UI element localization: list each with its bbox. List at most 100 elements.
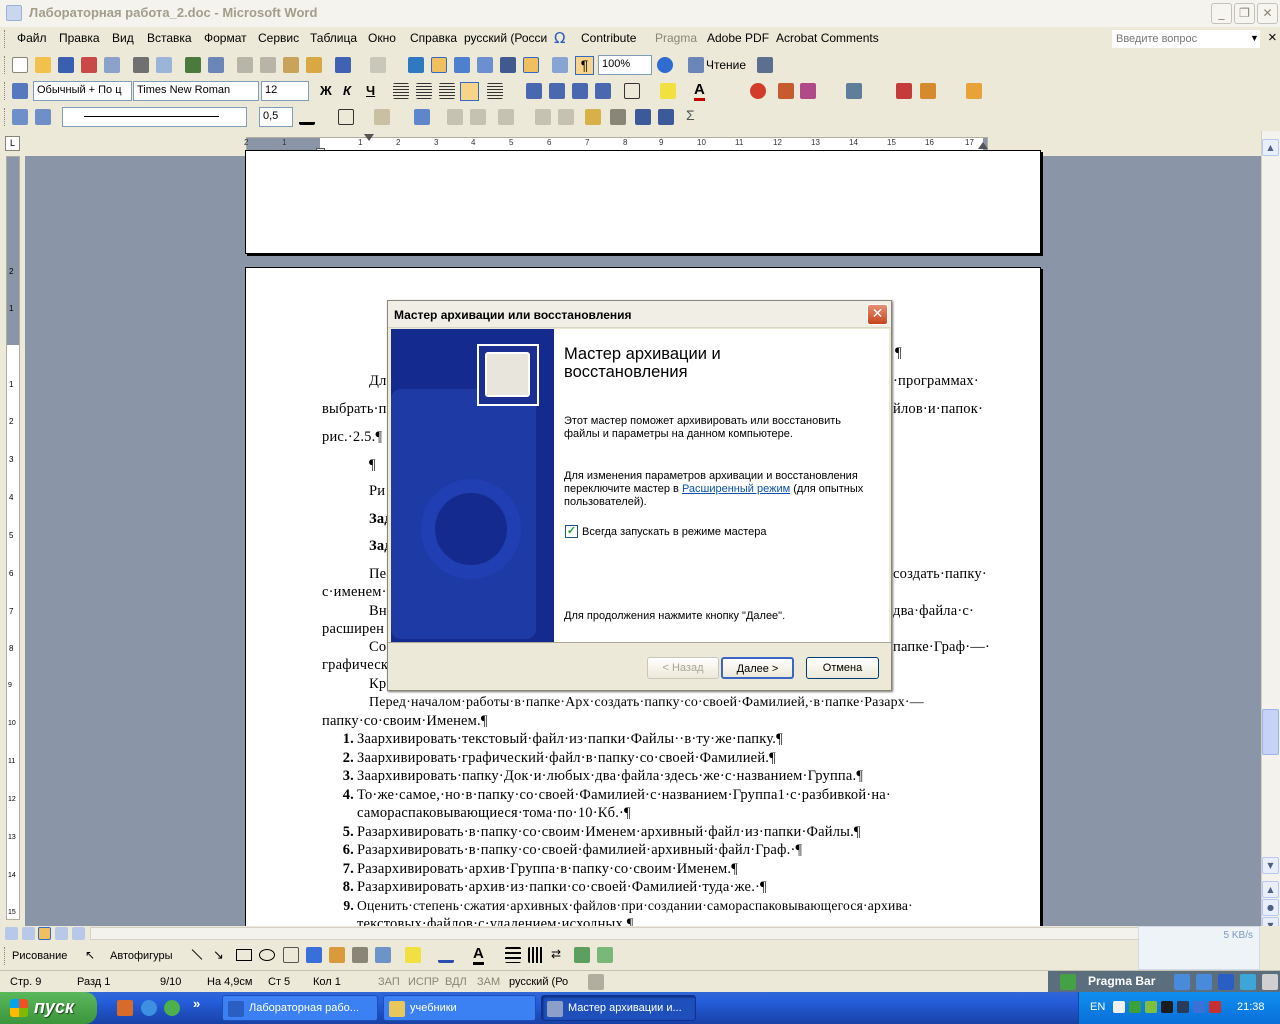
clock[interactable]: 21:38 [1237, 1001, 1265, 1013]
underline-button[interactable]: Ч [366, 83, 375, 98]
font-select[interactable]: Times New Roman [133, 81, 259, 101]
sort-ascending-icon[interactable] [635, 109, 651, 125]
outside-border-icon[interactable] [338, 109, 354, 125]
status-overtype[interactable]: ЗАМ [477, 976, 500, 988]
always-wizard-label[interactable]: Всегда запускать в режиме мастера [582, 526, 767, 538]
select-pointer-icon[interactable]: ↖ [85, 948, 95, 962]
menu-format[interactable]: Формат [204, 31, 247, 45]
menu-file[interactable]: Файл [17, 31, 47, 45]
tray-icon-1[interactable] [1113, 1001, 1125, 1013]
3d-style-icon[interactable] [597, 947, 613, 963]
pdf-comment-icon[interactable] [896, 83, 912, 99]
font-color-icon[interactable]: A [694, 81, 705, 101]
scroll-thumb[interactable] [1262, 709, 1279, 755]
textbox-icon[interactable] [283, 947, 299, 963]
quicklaunch-ie-icon[interactable] [141, 1000, 157, 1016]
task-word-document[interactable]: Лабораторная рабо... [222, 995, 378, 1021]
oval-tool-icon[interactable] [259, 949, 275, 961]
draw-font-color-icon[interactable]: A [473, 945, 484, 965]
menu-view[interactable]: Вид [112, 31, 134, 45]
menu-tools[interactable]: Сервис [258, 31, 299, 45]
align-left-icon[interactable] [393, 83, 409, 99]
style-select[interactable]: Обычный + По ц [33, 81, 132, 101]
document-map-icon[interactable] [552, 57, 568, 73]
format-painter-icon[interactable] [306, 57, 322, 73]
next-button[interactable]: Далее > [721, 657, 794, 679]
previous-page-button[interactable]: ▲ [1262, 881, 1279, 898]
tray-icon-4[interactable] [1161, 1001, 1173, 1013]
line-width-select[interactable]: 0,5 [259, 107, 293, 127]
align-cell-icon[interactable] [498, 109, 514, 125]
highlight-icon[interactable] [660, 83, 676, 99]
vertical-scrollbar[interactable]: ▲ ▼ ▲ ● ▼ [1261, 131, 1280, 934]
quicklaunch-messenger-icon[interactable] [164, 1000, 180, 1016]
help-icon[interactable] [657, 57, 673, 73]
insert-table-icon[interactable] [454, 57, 470, 73]
right-indent-marker[interactable] [978, 142, 988, 149]
pragma-text-icon[interactable] [1196, 974, 1212, 990]
pdf-email-icon[interactable] [800, 83, 816, 99]
diagram-icon[interactable] [329, 947, 345, 963]
quicklaunch-more[interactable]: » [193, 996, 200, 1011]
menubar-grip[interactable] [4, 30, 7, 48]
align-center-icon[interactable] [416, 83, 432, 99]
hyperlink-icon[interactable] [408, 57, 424, 73]
menu-acrobat-comments[interactable]: Acrobat Comments [776, 31, 879, 45]
minimize-button[interactable]: _ [1211, 3, 1232, 24]
read-icon[interactable] [688, 57, 704, 73]
line-spacing-icon[interactable] [487, 83, 503, 99]
close-button[interactable]: ✕ [1257, 3, 1278, 24]
autoformat-icon[interactable] [585, 109, 601, 125]
pragma-logo-icon[interactable] [1060, 974, 1076, 990]
new-document-icon[interactable] [12, 57, 28, 73]
shadow-style-icon[interactable] [574, 947, 590, 963]
pdf-review-icon[interactable] [920, 83, 936, 99]
print-layout-icon[interactable] [38, 927, 51, 940]
drawing-menu[interactable]: Рисование [12, 950, 67, 962]
line-style-icon[interactable] [505, 947, 521, 963]
undo-icon[interactable] [335, 57, 351, 73]
status-extend[interactable]: ВДЛ [445, 976, 467, 988]
bold-button[interactable]: Ж [320, 83, 332, 98]
tables-borders-icon[interactable] [431, 57, 447, 73]
task-folder-textbooks[interactable]: учебники [383, 995, 536, 1021]
increase-indent-icon[interactable] [595, 83, 611, 99]
acrobat-icon[interactable] [750, 83, 766, 99]
tab-selector[interactable]: L [5, 136, 20, 151]
scroll-down-button[interactable]: ▼ [1262, 857, 1279, 874]
email-icon[interactable] [104, 57, 120, 73]
rectangle-tool-icon[interactable] [236, 949, 252, 961]
menu-help[interactable]: Справка [410, 31, 457, 45]
align-right-icon[interactable] [439, 83, 455, 99]
tray-icon-3[interactable] [1145, 1001, 1157, 1013]
copy-icon[interactable] [260, 57, 276, 73]
pdf-convert-icon[interactable] [778, 83, 794, 99]
arrow-style-icon[interactable]: ⇄ [551, 947, 567, 963]
notes-icon[interactable] [966, 83, 982, 99]
toolbar-grip[interactable] [4, 947, 7, 965]
scroll-track[interactable] [90, 927, 1260, 940]
menu-table[interactable]: Таблица [310, 31, 357, 45]
redo-icon[interactable] [370, 57, 386, 73]
status-record[interactable]: ЗАП [378, 976, 400, 988]
bullets-icon[interactable] [549, 83, 565, 99]
maximize-button[interactable]: ❐ [1234, 3, 1255, 24]
toolbar-grip[interactable] [4, 82, 7, 100]
styles-icon[interactable] [12, 83, 28, 99]
distribute-rows-icon[interactable] [535, 109, 551, 125]
wordart-icon[interactable] [306, 947, 322, 963]
previous-page[interactable] [245, 150, 1041, 254]
ruler-scale[interactable]: 2 1 1 2 3 4 5 6 7 8 9 10 11 12 13 14 15 … [244, 137, 988, 151]
save-icon[interactable] [58, 57, 74, 73]
print-preview-icon[interactable] [156, 57, 172, 73]
task-backup-wizard[interactable]: Мастер архивации и... [541, 995, 696, 1021]
draw-table-icon[interactable] [12, 109, 28, 125]
tray-icon-5[interactable] [1177, 1001, 1189, 1013]
font-size-select[interactable]: 12 [261, 81, 309, 101]
menu-insert[interactable]: Вставка [147, 31, 192, 45]
outline-view-icon[interactable] [55, 927, 68, 940]
decrease-indent-icon[interactable] [572, 83, 588, 99]
read-mode-button[interactable]: Чтение [706, 58, 746, 72]
autosum-icon[interactable]: Σ [686, 107, 695, 123]
tray-icon-7[interactable] [1209, 1001, 1221, 1013]
